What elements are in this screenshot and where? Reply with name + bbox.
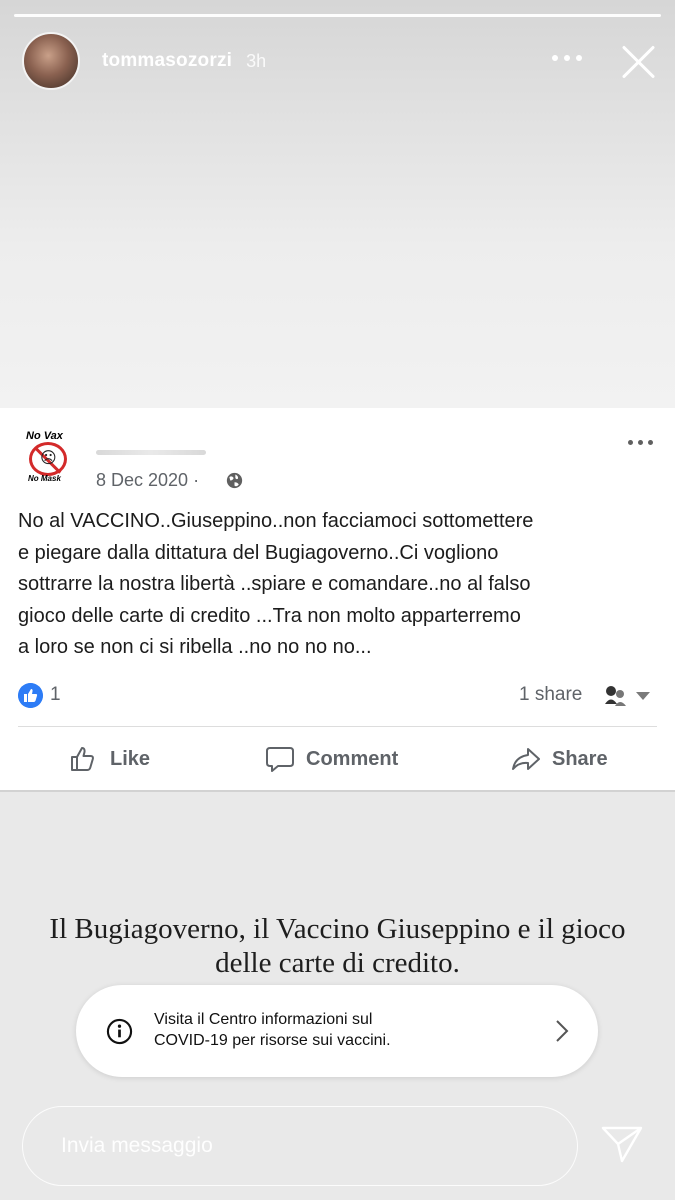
story-header: tommasozorzi 3h bbox=[22, 30, 662, 92]
comment-button[interactable]: Comment bbox=[264, 742, 398, 776]
post-date: 8 Dec 2020 · bbox=[96, 470, 200, 490]
story-username[interactable]: tommasozorzi bbox=[102, 50, 232, 72]
audience-caret-icon[interactable] bbox=[636, 692, 650, 700]
page-avatar-bottom-text: No Mask bbox=[28, 474, 61, 483]
redacted-page-name bbox=[96, 450, 206, 455]
more-options-icon[interactable] bbox=[552, 48, 582, 68]
covid-info-banner[interactable]: Visita il Centro informazioni sul COVID-… bbox=[76, 985, 598, 1077]
page-avatar: No Vax ☹ No Mask bbox=[18, 428, 80, 490]
close-icon[interactable] bbox=[620, 42, 658, 80]
share-button[interactable]: Share bbox=[510, 742, 608, 776]
avatar[interactable] bbox=[22, 32, 80, 90]
article-title: Il Bugiagoverno, il Vaccino Giuseppino e… bbox=[49, 913, 626, 979]
like-button-label: Like bbox=[110, 747, 151, 770]
post-divider bbox=[18, 726, 657, 727]
thumbs-up-icon bbox=[71, 747, 94, 771]
comment-button-label: Comment bbox=[306, 747, 399, 770]
facebook-post-screenshot: No Vax ☹ No Mask 8 Dec 2020 · No al VACC… bbox=[0, 408, 675, 792]
info-icon bbox=[106, 1018, 133, 1045]
page-avatar-top-text: No Vax bbox=[26, 430, 63, 442]
comment-bubble-icon bbox=[266, 747, 294, 772]
post-more-icon[interactable] bbox=[628, 438, 658, 448]
send-direct-icon[interactable] bbox=[600, 1124, 644, 1164]
story-progress-bar bbox=[14, 14, 661, 17]
share-button-label: Share bbox=[552, 747, 608, 770]
send-message-input[interactable] bbox=[22, 1106, 578, 1186]
covid-banner-text: Visita il Centro informazioni sul COVID-… bbox=[154, 1011, 391, 1049]
chevron-right-icon bbox=[556, 1020, 569, 1042]
story-time: 3h bbox=[246, 50, 267, 71]
post-text: No al VACCINO..Giuseppino..non facciamoc… bbox=[18, 510, 534, 658]
theater-masks-icon: ☹ bbox=[40, 450, 57, 467]
share-arrow-icon bbox=[512, 748, 540, 770]
globe-icon bbox=[226, 472, 243, 489]
like-button[interactable]: Like bbox=[68, 742, 150, 776]
sharer-avatar-icon bbox=[605, 686, 626, 706]
like-count[interactable]: 1 bbox=[50, 684, 61, 706]
share-count[interactable]: 1 share bbox=[519, 684, 582, 706]
like-reaction-icon bbox=[18, 683, 43, 708]
